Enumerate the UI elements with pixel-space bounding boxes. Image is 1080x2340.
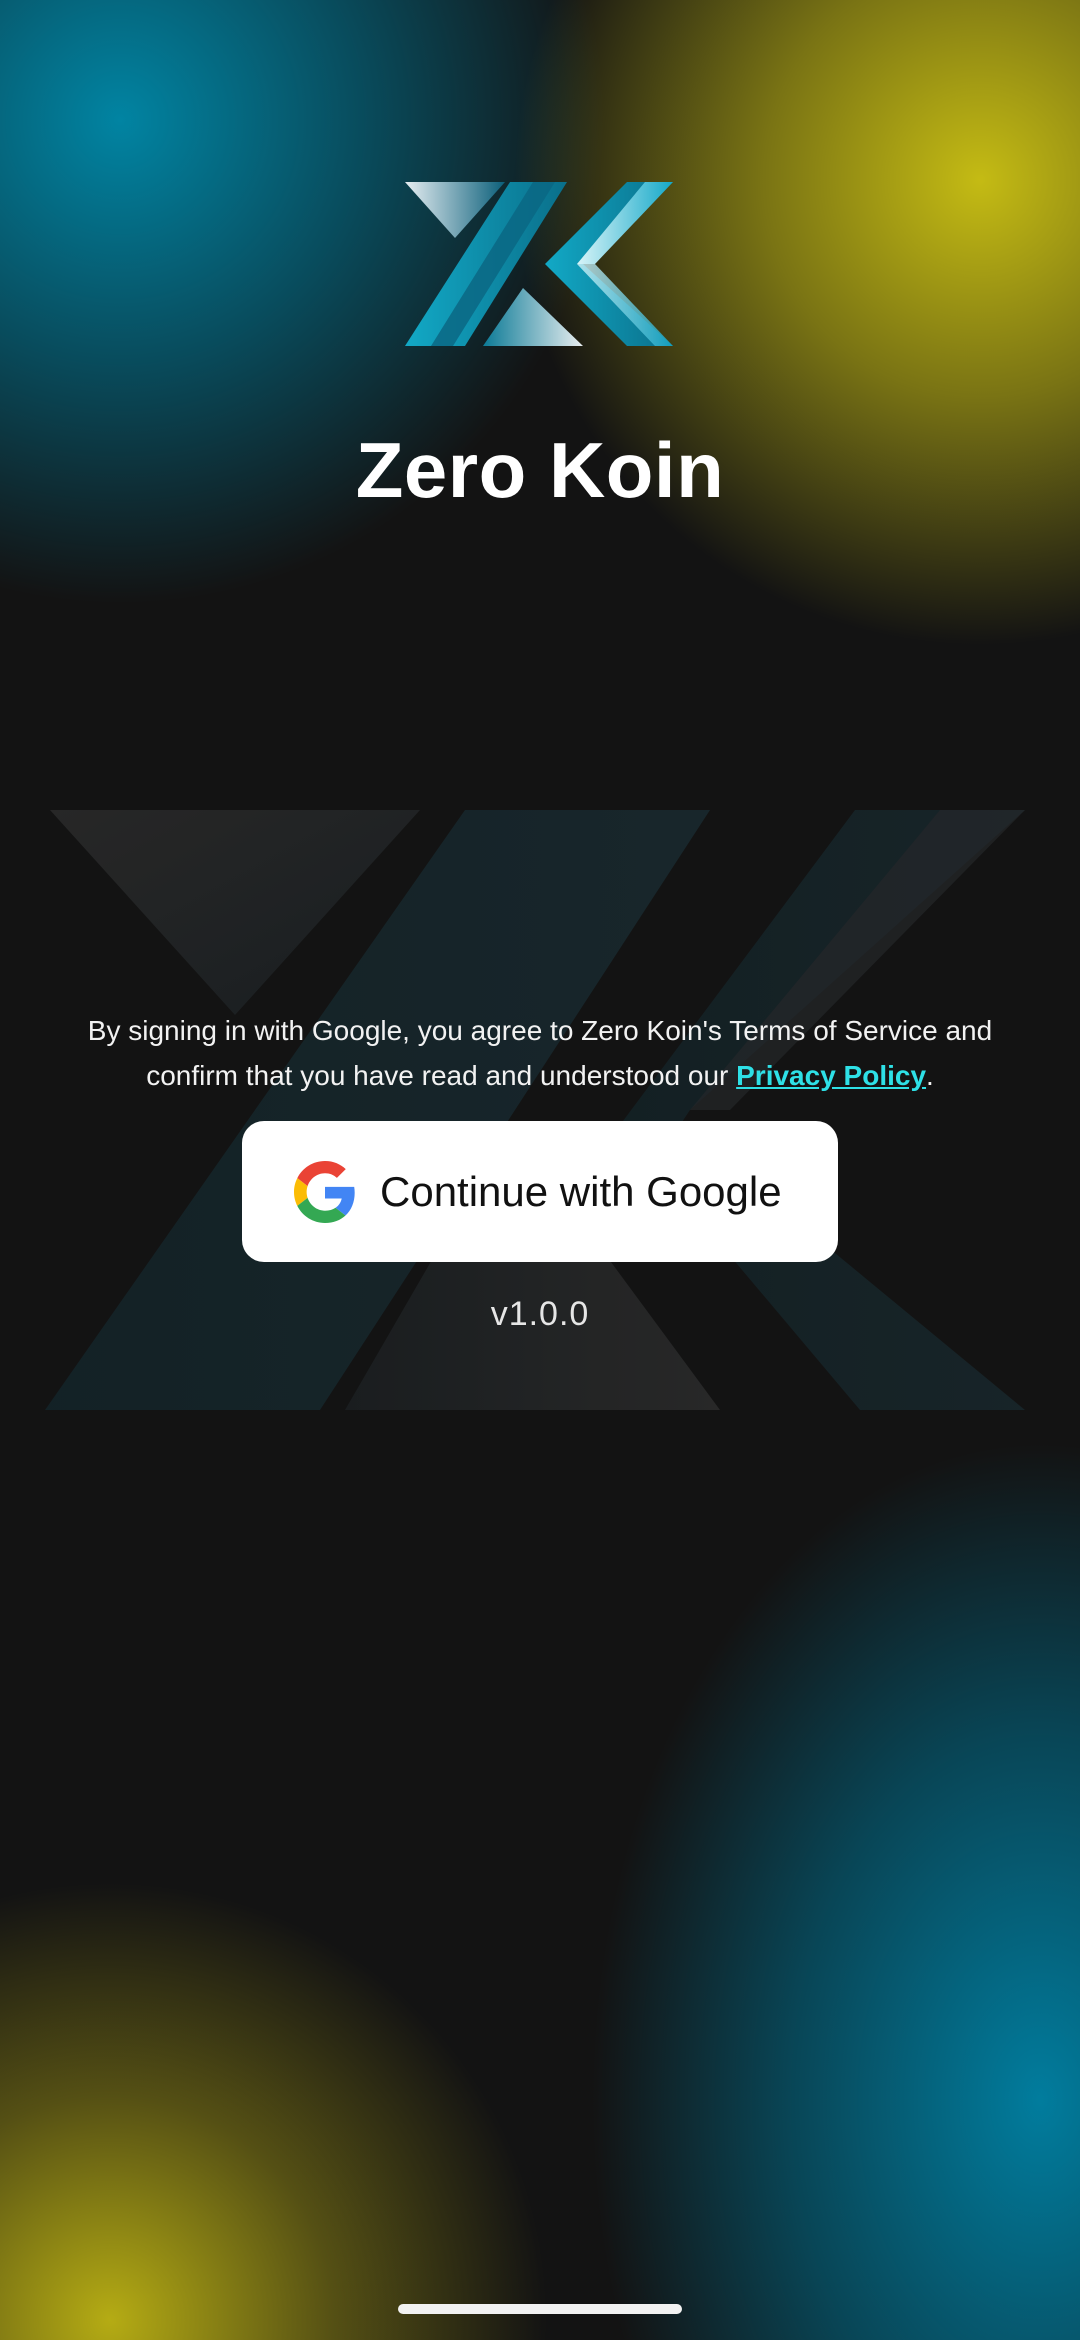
consent-suffix: . (926, 1060, 934, 1091)
home-indicator[interactable] (398, 2304, 682, 2314)
continue-with-google-label: Continue with Google (380, 1167, 782, 1215)
continue-with-google-button[interactable]: Continue with Google (242, 1121, 838, 1262)
app-title: Zero Koin (355, 426, 725, 514)
zero-koin-logo-icon (405, 182, 673, 346)
app-version: v1.0.0 (490, 1295, 590, 1333)
consent-text: By signing in with Google, you agree to … (60, 1008, 1020, 1098)
google-g-icon (294, 1160, 355, 1223)
privacy-policy-link[interactable]: Privacy Policy (736, 1060, 926, 1091)
